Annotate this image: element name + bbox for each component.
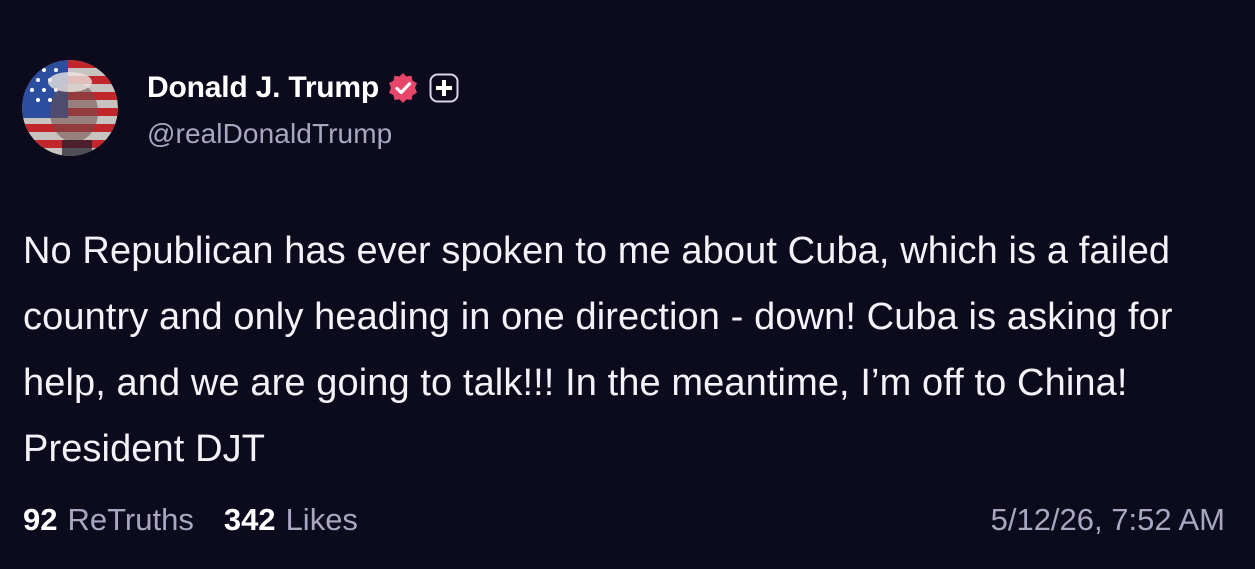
verified-badge-icon bbox=[387, 72, 419, 104]
retruths-stat[interactable]: 92 ReTruths bbox=[23, 502, 194, 538]
post-stats: 92 ReTruths 342 Likes bbox=[23, 500, 388, 540]
likes-label: Likes bbox=[285, 502, 358, 537]
author-display-name[interactable]: Donald J. Trump bbox=[147, 71, 379, 105]
retruths-count: 92 bbox=[23, 502, 58, 537]
retruths-label: ReTruths bbox=[67, 502, 194, 537]
avatar[interactable] bbox=[22, 60, 118, 156]
avatar-image bbox=[22, 60, 118, 156]
author-handle[interactable]: @realDonaldTrump bbox=[147, 118, 392, 150]
post-card: Donald J. Trump @realDonaldTrump No Repu… bbox=[0, 0, 1255, 569]
post-text: No Republican has ever spoken to me abou… bbox=[23, 230, 1173, 470]
plus-badge-icon bbox=[429, 73, 459, 103]
likes-count: 342 bbox=[223, 502, 276, 537]
author-name-row: Donald J. Trump bbox=[147, 66, 459, 110]
post-timestamp[interactable]: 5/12/26, 7:52 AM bbox=[991, 500, 1225, 540]
likes-stat[interactable]: 342 Likes bbox=[224, 502, 358, 538]
